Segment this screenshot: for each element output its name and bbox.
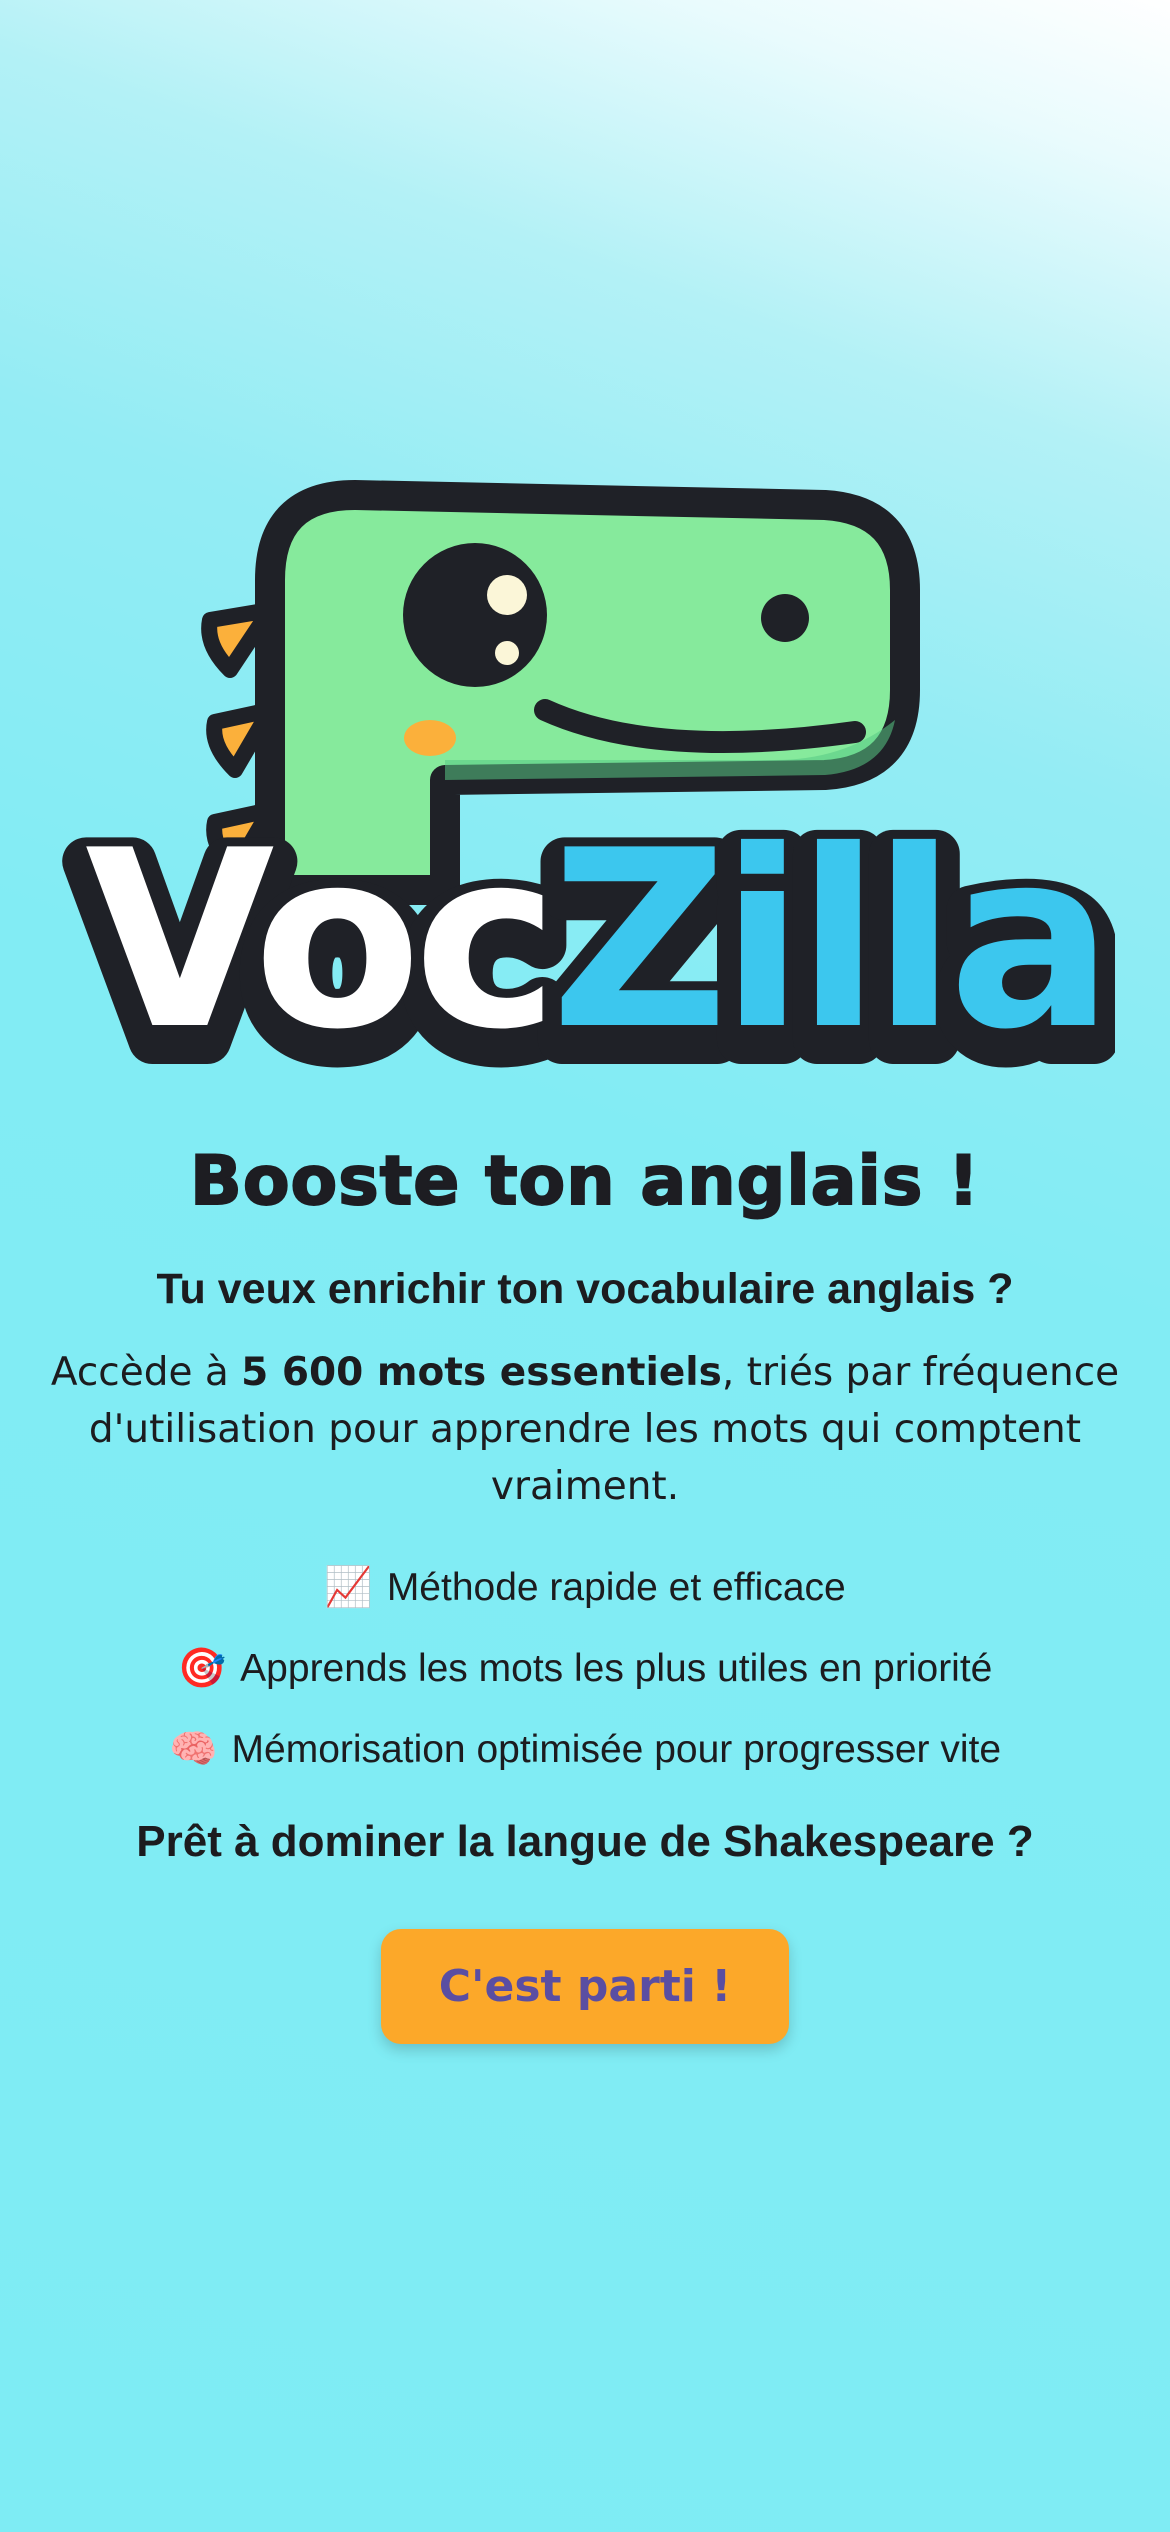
- feature-list: 📈 Méthode rapide et efficace 🎯 Apprends le…: [0, 1563, 1170, 1775]
- feature-text: Méthode rapide et efficace: [386, 1566, 846, 1609]
- wordmark-part-2: Zilla: [551, 798, 1106, 1083]
- welcome-content: Booste ton anglais ! Tu veux enrichir to…: [0, 1130, 1170, 2044]
- target-icon: 🎯: [177, 1647, 227, 1690]
- feature-item: 📈 Méthode rapide et efficace: [0, 1563, 1170, 1613]
- wordmark: VocZilla VocZilla: [61, 789, 1115, 1110]
- subheadline: Tu veux enrichir ton vocabulaire anglais…: [156, 1265, 1014, 1313]
- description-prefix: Accède à: [50, 1350, 242, 1395]
- start-button[interactable]: C'est parti !: [381, 1929, 789, 2044]
- brain-icon: 🧠: [168, 1728, 218, 1771]
- svg-text:VocZilla: VocZilla: [85, 798, 1106, 1083]
- feature-item: 🎯 Apprends les mots les plus utiles en pr…: [0, 1644, 1170, 1694]
- wordmark-part-1: Voc: [85, 798, 551, 1083]
- cta-question: Prêt à dominer la langue de Shakespeare …: [136, 1817, 1034, 1866]
- description-highlight: 5 600 mots essentiels: [241, 1350, 722, 1395]
- logo-image: VocZilla VocZilla: [61, 480, 1115, 1110]
- feature-text: Mémorisation optimisée pour progresser v…: [231, 1728, 1002, 1771]
- voczilla-logo: VocZilla VocZilla: [55, 470, 1115, 1110]
- feature-text: Apprends les mots les plus utiles en pri…: [240, 1647, 993, 1690]
- headline: Booste ton anglais !: [189, 1141, 980, 1222]
- chart-increasing-icon: 📈: [324, 1566, 373, 1609]
- feature-item: 🧠 Mémorisation optimisée pour progresser …: [0, 1725, 1170, 1775]
- description: Accède à 5 600 mots essentiels, triés pa…: [40, 1344, 1130, 1515]
